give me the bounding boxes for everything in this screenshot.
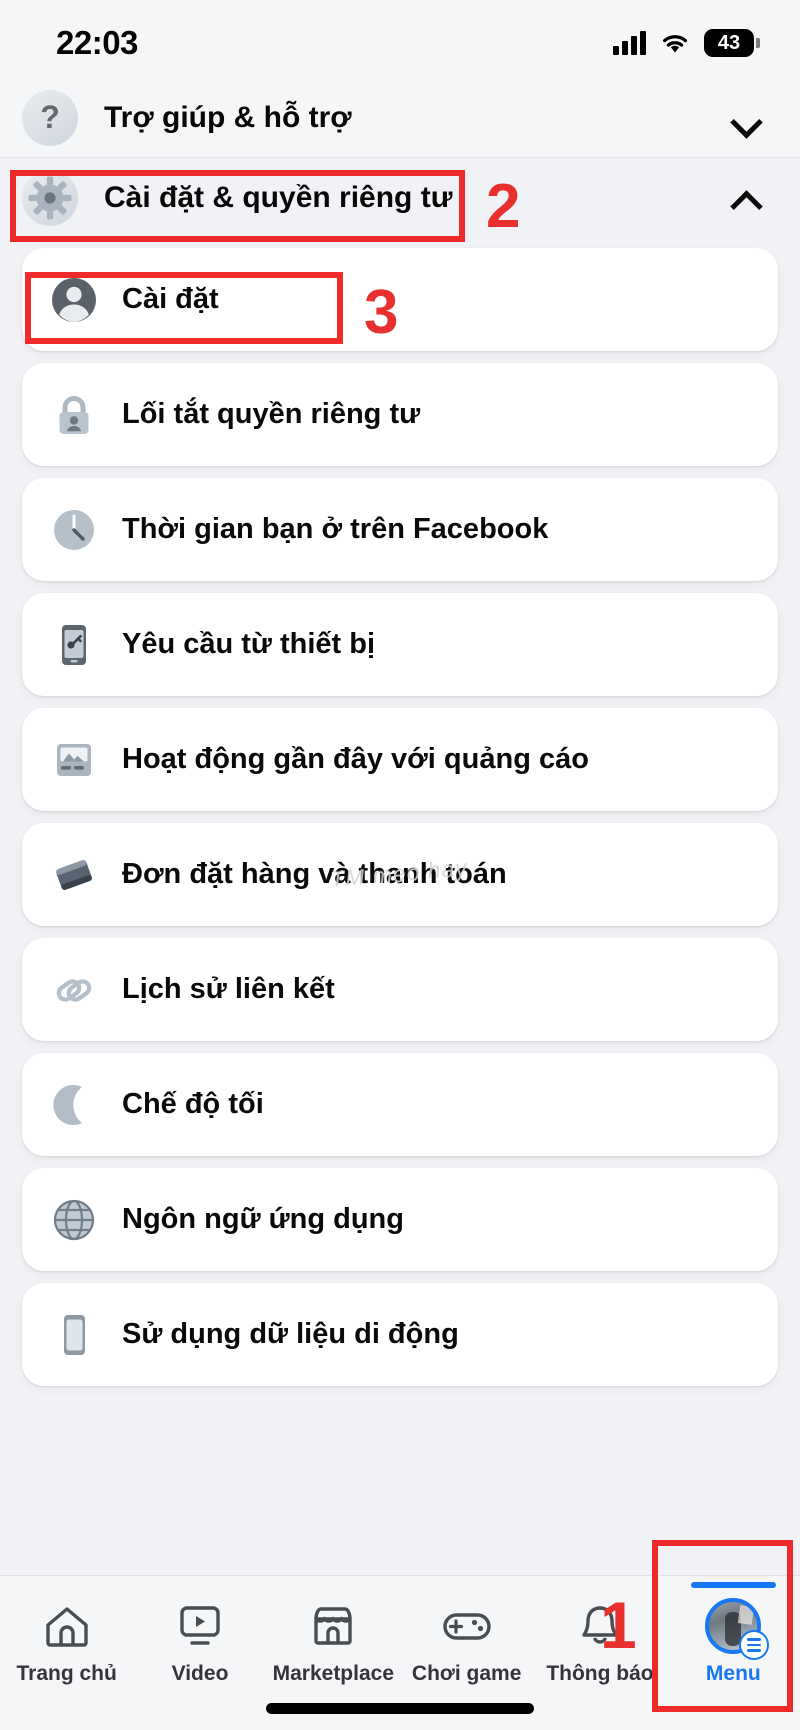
clock-icon — [48, 504, 100, 556]
battery-icon: 43 — [704, 29, 760, 57]
menu-item-label: Yêu cầu từ thiết bị — [122, 628, 376, 660]
nav-tab-label: Menu — [705, 1662, 761, 1685]
storefront-icon — [308, 1600, 358, 1652]
menu-item-label: Đơn đặt hàng và thanh toán — [122, 858, 507, 890]
home-icon — [42, 1600, 92, 1652]
menu-scroll-area[interactable]: ? Trợ giúp & hỗ trợ Cài đặt & quyền riên… — [0, 78, 800, 1575]
menu-item-link-history[interactable]: Lịch sử liên kết — [22, 938, 778, 1041]
menu-item-time-on-facebook[interactable]: Thời gian bạn ở trên Facebook — [22, 478, 778, 581]
nav-tab-menu[interactable]: Menu — [667, 1582, 800, 1712]
menu-item-label: Hoạt động gần đây với quảng cáo — [122, 743, 589, 775]
menu-item-label: Lịch sử liên kết — [122, 973, 335, 1005]
menu-item-settings[interactable]: Cài đặt — [22, 248, 778, 351]
nav-tab-gaming[interactable]: Chơi game — [400, 1600, 533, 1712]
menu-item-label: Lối tắt quyền riêng tư — [122, 398, 421, 430]
section-help-label: Trợ giúp & hỗ trợ — [104, 100, 352, 134]
lock-person-icon — [48, 389, 100, 441]
nav-tab-label: Chơi game — [411, 1662, 522, 1685]
menu-item-label: Sử dụng dữ liệu di động — [122, 1318, 459, 1350]
link-chain-icon — [48, 964, 100, 1016]
section-settings-label: Cài đặt & quyền riêng tư — [104, 181, 453, 214]
gear-icon — [22, 170, 78, 226]
menu-item-label: Ngôn ngữ ứng dụng — [122, 1203, 404, 1235]
status-indicators: 43 — [613, 29, 760, 57]
annotation-number-1: 1 — [600, 1588, 637, 1662]
mobile-phone-icon — [48, 1309, 100, 1361]
hamburger-menu-badge-icon — [739, 1630, 770, 1660]
nav-tab-label: Thông báo — [546, 1662, 654, 1685]
menu-item-orders-and-payments[interactable]: Đơn đặt hàng và thanh toán — [22, 823, 778, 926]
globe-icon — [48, 1194, 100, 1246]
gamepad-icon — [441, 1600, 493, 1652]
nav-tab-label: Marketplace — [272, 1662, 395, 1685]
chevron-down-icon[interactable] — [732, 103, 762, 133]
section-settings-and-privacy[interactable]: Cài đặt & quyền riêng tư — [0, 158, 800, 238]
phone-screen: 22:03 43 ? Trợ giúp & hỗ trợ Cài đặt & q… — [0, 0, 800, 1730]
menu-item-dark-mode[interactable]: Chế độ tối — [22, 1053, 778, 1156]
menu-item-device-requests[interactable]: Yêu cầu từ thiết bị — [22, 593, 778, 696]
ad-activity-icon — [48, 734, 100, 786]
cellular-bars-icon — [613, 31, 646, 55]
moon-icon — [48, 1079, 100, 1131]
battery-level: 43 — [717, 31, 741, 54]
section-help-and-support[interactable]: ? Trợ giúp & hỗ trợ — [0, 78, 800, 158]
menu-item-label: Cài đặt — [122, 283, 219, 315]
nav-tab-label: Video — [171, 1662, 229, 1685]
wifi-icon — [660, 32, 690, 55]
menu-item-label: Chế độ tối — [122, 1088, 264, 1120]
nav-tab-marketplace[interactable]: Marketplace — [267, 1600, 400, 1712]
chevron-up-icon[interactable] — [732, 183, 762, 213]
menu-item-label: Thời gian bạn ở trên Facebook — [122, 513, 549, 545]
home-indicator — [266, 1703, 534, 1714]
person-circle-icon — [48, 274, 100, 326]
phone-key-icon — [48, 619, 100, 671]
menu-item-app-language[interactable]: Ngôn ngữ ứng dụng — [22, 1168, 778, 1271]
wallet-icon — [48, 849, 100, 901]
video-icon — [175, 1600, 225, 1652]
annotation-number-2: 2 — [486, 172, 521, 241]
settings-menu-list: Cài đặt Lối tắt quyền riêng tư Thời gian… — [0, 238, 800, 1386]
status-bar: 22:03 43 — [0, 0, 800, 78]
profile-avatar-menu-icon — [705, 1598, 770, 1660]
status-time: 22:03 — [56, 24, 138, 61]
menu-item-recent-ad-activity[interactable]: Hoạt động gần đây với quảng cáo — [22, 708, 778, 811]
menu-item-privacy-shortcuts[interactable]: Lối tắt quyền riêng tư — [22, 363, 778, 466]
question-mark-icon: ? — [22, 89, 78, 146]
nav-tab-home[interactable]: Trang chủ — [0, 1600, 133, 1712]
active-tab-indicator — [690, 1582, 776, 1588]
nav-tab-label: Trang chủ — [16, 1662, 117, 1685]
bottom-navigation-bar: Trang chủ Video Marketplace Chơi game Th… — [0, 1575, 800, 1730]
nav-tab-video[interactable]: Video — [133, 1600, 266, 1712]
menu-item-mobile-data-usage[interactable]: Sử dụng dữ liệu di động — [22, 1283, 778, 1386]
annotation-number-3: 3 — [364, 278, 399, 347]
